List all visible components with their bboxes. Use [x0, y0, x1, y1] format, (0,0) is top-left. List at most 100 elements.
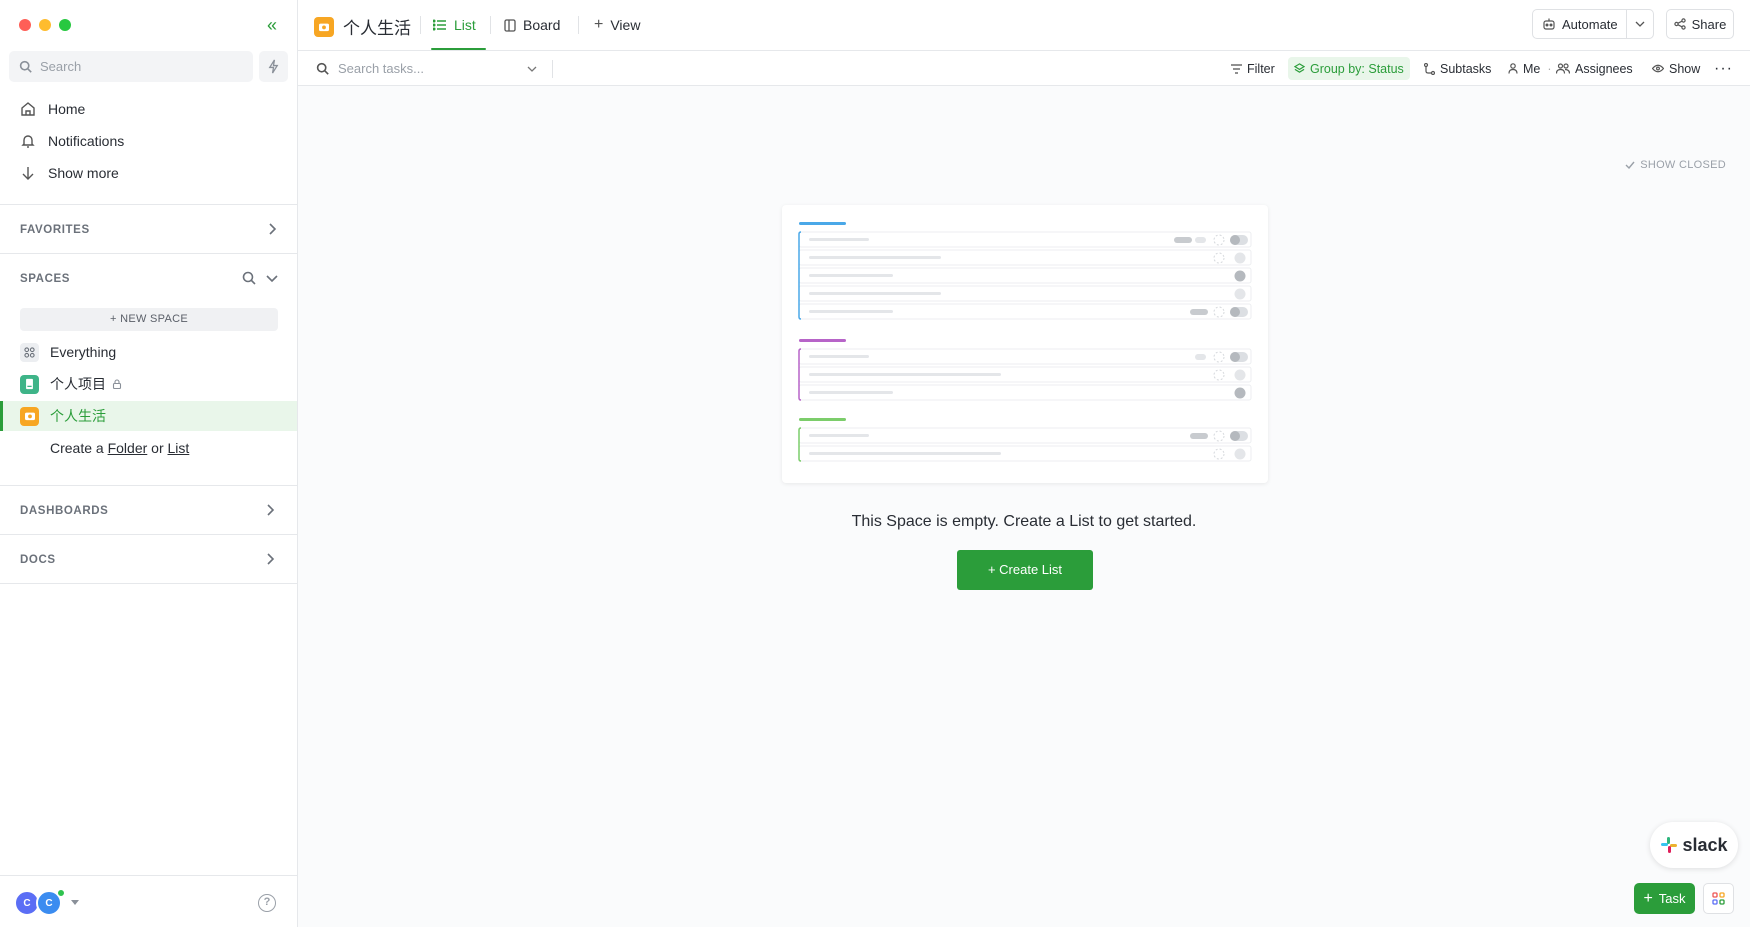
divider [0, 485, 298, 486]
empty-state-message: This Space is empty. Create a List to ge… [851, 513, 1197, 530]
help-icon[interactable]: ? [258, 894, 276, 912]
search-placeholder: Search [40, 59, 82, 74]
home-icon [21, 102, 35, 116]
filter-icon [1231, 63, 1242, 74]
divider [578, 16, 579, 34]
divider [490, 16, 491, 34]
plus-icon: + [594, 16, 604, 33]
nav-show-more-label: Show more [48, 165, 119, 181]
search-spaces-icon[interactable] [241, 270, 257, 286]
chevron-down-icon[interactable] [1635, 21, 1645, 27]
add-view-button[interactable]: + View [594, 0, 640, 50]
main-content: SHOW CLOSED This Space is empty. Create … [298, 86, 1750, 927]
me-filter-button[interactable]: Me · [1508, 51, 1552, 86]
show-closed-toggle[interactable]: SHOW CLOSED [1625, 159, 1726, 171]
space-personal-life-label: 个人生活 [50, 408, 106, 424]
header: 个人生活 List Board + View Automate Share [298, 0, 1750, 51]
minimize-window-button[interactable] [39, 19, 51, 31]
more-options-icon[interactable]: ··· [1714, 51, 1733, 86]
new-task-button[interactable]: + Task [1634, 883, 1695, 914]
plus-icon: + [1643, 889, 1653, 907]
space-everything[interactable]: Everything [0, 337, 297, 367]
create-folder-or-list: Create a Folder or List [50, 440, 190, 456]
favorites-header[interactable]: FAVORITES [20, 224, 90, 236]
slack-button[interactable]: slack [1650, 822, 1738, 868]
chevron-right-icon[interactable] [262, 551, 278, 567]
nav-notifications-label: Notifications [48, 133, 125, 149]
subtasks-icon [1424, 62, 1435, 75]
share-icon [1673, 18, 1686, 30]
check-icon [1625, 161, 1635, 169]
space-title-text[interactable]: 个人生活 [343, 14, 411, 39]
automate-button[interactable]: Automate [1532, 9, 1654, 39]
person-icon [1508, 63, 1518, 74]
divider [0, 253, 298, 254]
lock-icon [112, 379, 122, 390]
nav-home-label: Home [48, 101, 86, 117]
bell-icon [21, 135, 35, 148]
create-list-button[interactable]: + Create List [957, 550, 1093, 590]
docs-header[interactable]: DOCS [20, 554, 56, 566]
nav-show-more[interactable]: Show more [20, 161, 119, 185]
robot-icon [1543, 18, 1555, 30]
nav-notifications[interactable]: Notifications [20, 129, 124, 153]
slack-icon [1661, 837, 1678, 853]
bolt-icon [268, 59, 279, 74]
create-folder-link[interactable]: Folder [108, 440, 148, 456]
grid-icon [20, 342, 39, 362]
collapse-sidebar-icon[interactable]: « [262, 15, 282, 35]
chevron-down-icon[interactable] [264, 270, 280, 286]
caret-down-icon[interactable] [71, 900, 79, 906]
people-icon [1556, 63, 1570, 74]
divider [0, 534, 298, 535]
share-button[interactable]: Share [1666, 9, 1734, 39]
maximize-window-button[interactable] [59, 19, 71, 31]
nav-home[interactable]: Home [20, 97, 85, 121]
subtasks-button[interactable]: Subtasks [1424, 51, 1491, 86]
camera-icon [20, 406, 39, 426]
sidebar: « Search Home Notifications Show more FA… [0, 0, 298, 927]
book-icon [20, 374, 39, 394]
space-personal-projects[interactable]: 个人项目 [0, 369, 297, 399]
online-status-dot [57, 889, 65, 897]
camera-icon [314, 16, 334, 37]
chevron-down-icon[interactable] [527, 66, 537, 72]
dashboards-header[interactable]: DASHBOARDS [20, 505, 108, 517]
assignees-button[interactable]: Assignees [1556, 51, 1633, 86]
search-icon [316, 62, 329, 75]
list-icon [433, 19, 446, 31]
chevron-right-icon[interactable] [264, 221, 280, 237]
task-search-input[interactable]: Search tasks... [316, 51, 553, 86]
list-toolbar: Search tasks... Filter Group by: Status … [298, 51, 1750, 86]
sidebar-search-input[interactable]: Search [9, 51, 253, 82]
space-personal-life[interactable]: 个人生活 [0, 401, 297, 431]
sidebar-footer: C C ? [0, 875, 298, 927]
board-icon [504, 18, 516, 32]
close-window-button[interactable] [19, 19, 31, 31]
tab-list[interactable]: List [431, 0, 486, 50]
apps-grid-icon [1712, 892, 1725, 905]
new-space-button[interactable]: + NEW SPACE [20, 308, 278, 331]
empty-list-illustration [798, 222, 1252, 462]
empty-space-illustration [782, 205, 1268, 483]
show-button[interactable]: Show [1652, 51, 1700, 86]
window-controls [19, 19, 71, 31]
quick-actions-button[interactable] [259, 51, 288, 82]
divider [0, 583, 298, 584]
chevron-right-icon[interactable] [262, 502, 278, 518]
arrow-down-icon [22, 167, 34, 180]
eye-icon [1652, 64, 1664, 73]
page-title: 个人生活 [314, 14, 411, 39]
spaces-header: SPACES [20, 273, 71, 285]
search-icon [19, 60, 32, 73]
layers-icon [1294, 63, 1305, 73]
create-list-link[interactable]: List [168, 440, 190, 456]
filter-button[interactable]: Filter [1231, 51, 1275, 86]
divider [0, 204, 298, 205]
space-everything-label: Everything [50, 344, 117, 360]
apps-grid-button[interactable] [1703, 883, 1734, 914]
space-personal-projects-label: 个人项目 [50, 376, 106, 392]
divider [420, 16, 421, 34]
group-by-button[interactable]: Group by: Status [1288, 57, 1410, 80]
tab-board[interactable]: Board [504, 0, 560, 50]
